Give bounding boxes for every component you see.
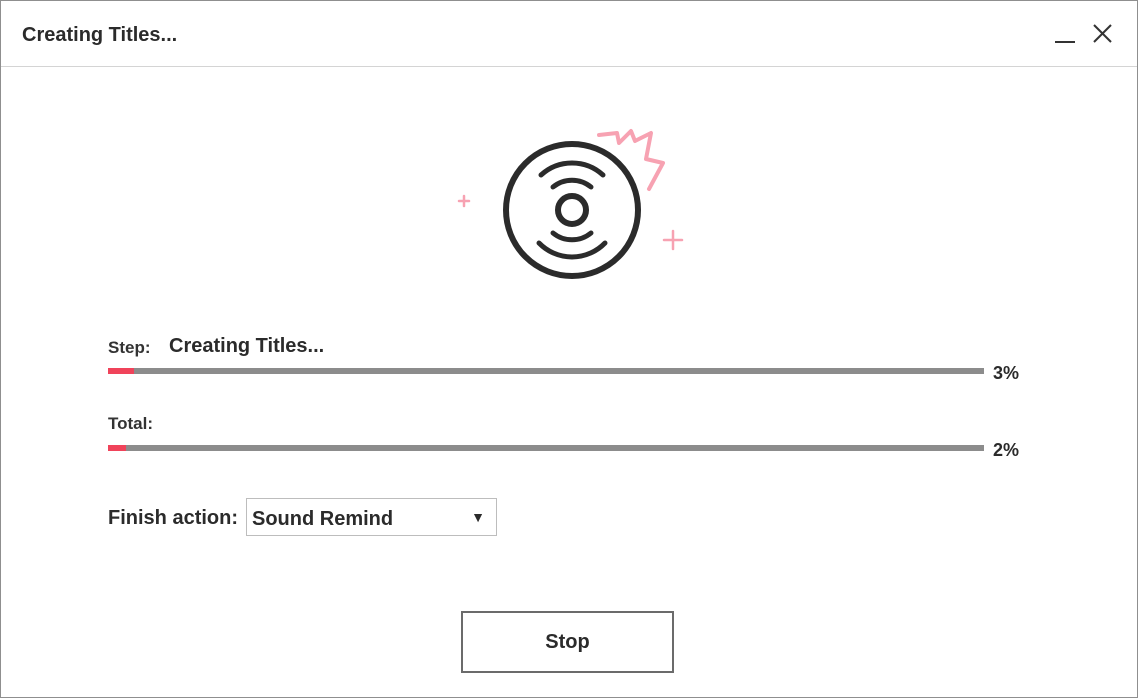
step-status-text: Creating Titles... [169, 335, 325, 357]
step-percent: 3% [993, 363, 1020, 383]
finish-action-value: Sound Remind [252, 508, 394, 530]
window-title: Creating Titles... [22, 24, 178, 46]
stop-button[interactable]: Stop [461, 611, 674, 673]
disc-icon [457, 129, 684, 279]
finish-action-label: Finish action: [108, 507, 238, 529]
progress-dialog: Creating Titles... Step: Creating Titles… [0, 0, 1138, 698]
total-progress-bar [108, 445, 984, 451]
minimize-icon[interactable] [1053, 21, 1079, 47]
title-bar: Creating Titles... [1, 1, 1137, 67]
step-progress-bar [108, 368, 984, 374]
total-label: Total: [108, 414, 154, 433]
finish-action-select[interactable]: Sound Remind ▼ [246, 498, 497, 536]
total-percent: 2% [993, 440, 1020, 460]
disc-illustration [441, 111, 701, 291]
step-label: Step: [108, 338, 151, 357]
step-progress-fill [108, 368, 135, 374]
close-icon[interactable] [1090, 21, 1116, 47]
total-progress-fill [108, 445, 126, 451]
dropdown-arrow-icon: ▼ [471, 509, 485, 525]
